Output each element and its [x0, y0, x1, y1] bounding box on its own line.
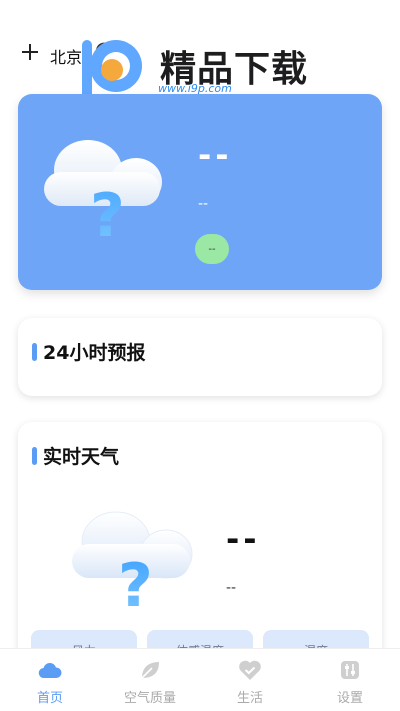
unknown-weather-icon: ?: [44, 140, 162, 246]
settings-sliders-icon: [341, 661, 359, 679]
realtime-weather-title-text: 实时天气: [43, 446, 120, 468]
current-temperature: --: [198, 136, 233, 174]
bottom-nav: 首页 空气质量 生活 设置: [0, 648, 400, 711]
nav-item-air-quality[interactable]: 空气质量: [100, 649, 200, 711]
current-weather-card[interactable]: ? -- -- --: [18, 94, 382, 290]
aqi-badge: --: [195, 234, 229, 264]
nav-item-home[interactable]: 首页: [0, 649, 100, 711]
realtime-temperature: --: [226, 520, 261, 558]
svg-text:?: ?: [90, 181, 125, 246]
location-pin-icon[interactable]: [94, 42, 114, 64]
current-weather-description: --: [198, 196, 209, 212]
plus-icon: [22, 44, 38, 60]
forecast-24h-title: 24小时预报: [32, 338, 145, 365]
forecast-24h-card[interactable]: 24小时预报: [18, 318, 382, 396]
title-accent-bar: [32, 342, 37, 361]
nav-label-life: 生活: [236, 691, 263, 706]
title-accent-bar: [32, 446, 37, 465]
nav-item-life[interactable]: 生活: [200, 649, 300, 711]
nav-label-air-quality: 空气质量: [123, 691, 176, 706]
cloud-icon: [38, 663, 62, 679]
city-name[interactable]: 北京: [50, 44, 82, 68]
unknown-weather-icon: ?: [72, 511, 193, 614]
nav-label-home: 首页: [36, 691, 63, 706]
heart-check-icon: [239, 660, 261, 680]
svg-text:?: ?: [118, 551, 153, 614]
nav-item-settings[interactable]: 设置: [300, 649, 400, 711]
nav-label-settings: 设置: [336, 691, 363, 706]
add-city-button[interactable]: [18, 40, 42, 64]
realtime-weather-title: 实时天气: [32, 442, 119, 469]
forecast-24h-title-text: 24小时预报: [43, 342, 146, 364]
leaf-icon: [141, 662, 159, 679]
realtime-weather-description: --: [226, 580, 237, 596]
top-header: 北京: [0, 0, 400, 90]
